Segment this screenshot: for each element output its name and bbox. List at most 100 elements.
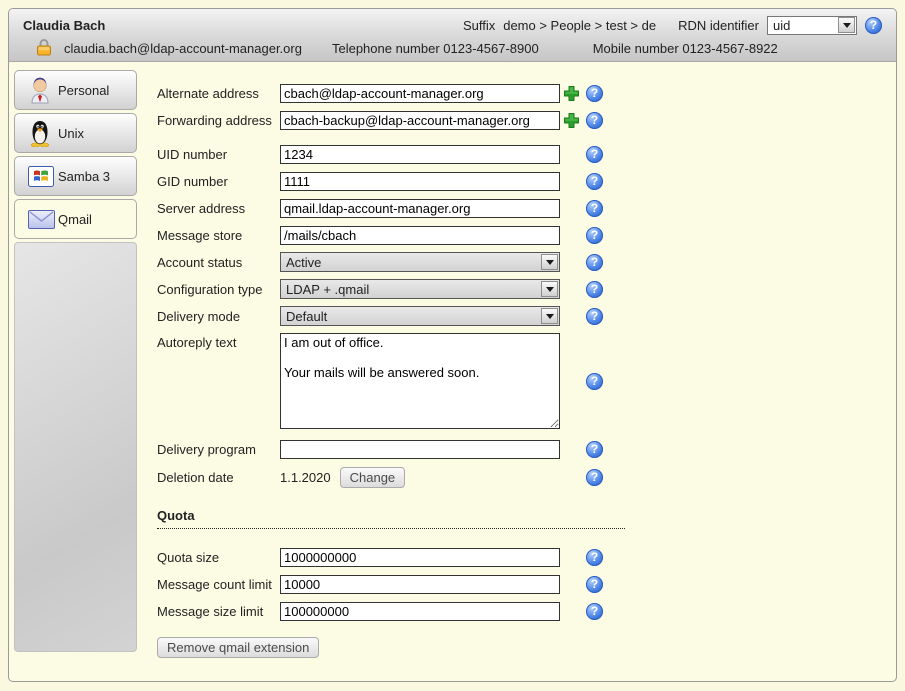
quota-section-heading: Quota: [157, 508, 625, 529]
tab-personal[interactable]: Personal: [14, 70, 137, 110]
suffix-label: Suffix: [463, 18, 495, 33]
message-count-limit-input[interactable]: [280, 575, 560, 594]
account-email: claudia.bach@ldap-account-manager.org: [64, 41, 302, 56]
help-icon[interactable]: [586, 200, 603, 217]
account-header: Claudia Bach Suffix demo > People > test…: [9, 9, 896, 62]
delivery-program-input[interactable]: [280, 440, 560, 459]
field-row-forwarding-address: Forwarding address: [157, 110, 874, 130]
remove-qmail-extension-button[interactable]: Remove qmail extension: [157, 637, 319, 658]
field-row-message-count-limit: Message count limit: [157, 574, 874, 594]
tab-label: Qmail: [58, 212, 92, 227]
field-row-uid-number: UID number: [157, 144, 874, 164]
field-label: Message count limit: [157, 577, 280, 592]
mobile-value: 0123-4567-8922: [682, 41, 777, 56]
field-label: Quota size: [157, 550, 280, 565]
rdn-identifier-label: RDN identifier: [678, 18, 759, 33]
field-row-deletion-date: Deletion date 1.1.2020 Change: [157, 466, 874, 488]
field-label: Autoreply text: [157, 333, 280, 350]
deletion-date-value: 1.1.2020: [280, 470, 331, 485]
rdn-identifier-select[interactable]: uid: [767, 16, 857, 35]
help-icon[interactable]: [586, 603, 603, 620]
breadcrumb: demo > People > test > de: [503, 18, 656, 33]
windows-icon: [28, 166, 58, 187]
selected-value: Default: [286, 309, 541, 324]
page-title: Claudia Bach: [23, 18, 105, 33]
field-label: UID number: [157, 147, 280, 162]
forwarding-address-input[interactable]: [280, 111, 560, 130]
delivery-mode-select[interactable]: Default: [280, 306, 560, 326]
field-row-configuration-type: Configuration type LDAP + .qmail: [157, 279, 874, 299]
gid-number-input[interactable]: [280, 172, 560, 191]
mobile-number: Mobile number 0123-4567-8922: [593, 41, 778, 56]
module-tab-bar: Personal Unix: [14, 70, 137, 658]
lock-icon: [37, 38, 51, 59]
uid-number-input[interactable]: [280, 145, 560, 164]
help-icon[interactable]: [586, 373, 603, 390]
selected-value: Active: [286, 255, 541, 270]
telephone-label: Telephone number: [332, 41, 440, 56]
tab-unix[interactable]: Unix: [14, 113, 137, 153]
field-row-account-status: Account status Active: [157, 252, 874, 272]
help-icon[interactable]: [586, 469, 603, 486]
autoreply-textarea[interactable]: I am out of office. Your mails will be a…: [280, 333, 560, 429]
field-label: Alternate address: [157, 86, 280, 101]
tab-qmail[interactable]: Qmail: [14, 199, 137, 239]
chevron-down-icon[interactable]: [541, 281, 558, 297]
field-label: Server address: [157, 201, 280, 216]
qmail-form: Alternate address Forwarding address: [137, 70, 886, 658]
account-status-select[interactable]: Active: [280, 252, 560, 272]
help-icon[interactable]: [586, 146, 603, 163]
message-size-limit-input[interactable]: [280, 602, 560, 621]
help-icon[interactable]: [586, 85, 603, 102]
field-row-message-size-limit: Message size limit: [157, 601, 874, 621]
field-label: Deletion date: [157, 470, 280, 485]
quota-size-input[interactable]: [280, 548, 560, 567]
add-icon[interactable]: [563, 112, 580, 129]
telephone-value: 0123-4567-8900: [443, 41, 538, 56]
tab-samba3[interactable]: Samba 3: [14, 156, 137, 196]
tab-label: Personal: [58, 83, 109, 98]
configuration-type-select[interactable]: LDAP + .qmail: [280, 279, 560, 299]
message-store-input[interactable]: [280, 226, 560, 245]
server-address-input[interactable]: [280, 199, 560, 218]
add-icon[interactable]: [563, 85, 580, 102]
rdn-selected-value: uid: [773, 18, 838, 33]
field-row-quota-size: Quota size: [157, 547, 874, 567]
telephone-number: Telephone number 0123-4567-8900: [332, 41, 539, 56]
sidebar-filler: [14, 242, 137, 652]
field-row-message-store: Message store: [157, 225, 874, 245]
field-label: Delivery mode: [157, 309, 280, 324]
field-label: Delivery program: [157, 442, 280, 457]
help-icon[interactable]: [586, 576, 603, 593]
field-label: Message store: [157, 228, 280, 243]
chevron-down-icon[interactable]: [541, 308, 558, 324]
field-label: Account status: [157, 255, 280, 270]
lam-window: Claudia Bach Suffix demo > People > test…: [8, 8, 897, 682]
help-icon[interactable]: [586, 173, 603, 190]
selected-value: LDAP + .qmail: [286, 282, 541, 297]
field-row-delivery-mode: Delivery mode Default: [157, 306, 874, 326]
field-label: Message size limit: [157, 604, 280, 619]
help-icon[interactable]: [586, 441, 603, 458]
chevron-down-icon[interactable]: [541, 254, 558, 270]
envelope-icon: [28, 210, 58, 229]
help-icon[interactable]: [586, 549, 603, 566]
field-row-gid-number: GID number: [157, 171, 874, 191]
alternate-address-input[interactable]: [280, 84, 560, 103]
chevron-down-icon[interactable]: [838, 17, 855, 33]
help-icon[interactable]: [586, 227, 603, 244]
field-label: Configuration type: [157, 282, 280, 297]
field-row-alternate-address: Alternate address: [157, 83, 874, 103]
change-date-button[interactable]: Change: [340, 467, 406, 488]
field-row-autoreply-text: Autoreply text I am out of office. Your …: [157, 333, 874, 429]
tab-label: Samba 3: [58, 169, 110, 184]
field-row-delivery-program: Delivery program: [157, 439, 874, 459]
help-icon[interactable]: [586, 112, 603, 129]
help-icon[interactable]: [586, 281, 603, 298]
field-row-server-address: Server address: [157, 198, 874, 218]
help-icon[interactable]: [865, 17, 882, 34]
help-icon[interactable]: [586, 308, 603, 325]
tab-label: Unix: [58, 126, 84, 141]
help-icon[interactable]: [586, 254, 603, 271]
field-label: GID number: [157, 174, 280, 189]
